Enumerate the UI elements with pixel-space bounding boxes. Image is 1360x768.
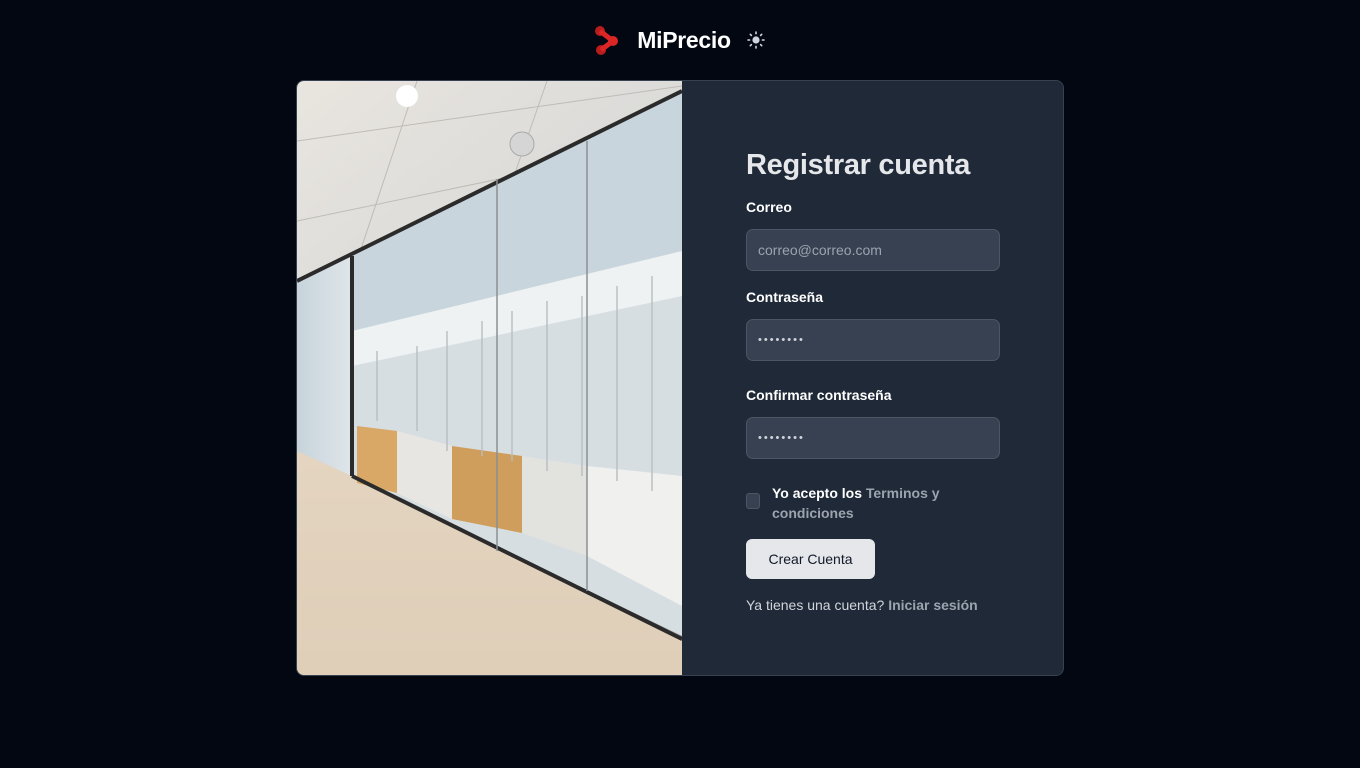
email-field[interactable]: correo@correo.com	[746, 229, 1000, 271]
register-form: Registrar cuenta Correo correo@correo.co…	[746, 147, 1000, 613]
sun-icon	[746, 31, 765, 49]
password-value: ••••••••	[758, 334, 805, 346]
login-prompt: Ya tienes una cuenta?	[746, 597, 885, 613]
login-prompt-line: Ya tienes una cuenta? Iniciar sesión	[746, 597, 1000, 613]
office-hallway-photo	[297, 81, 682, 675]
register-card: Registrar cuenta Correo correo@correo.co…	[296, 80, 1064, 676]
top-bar: MiPrecio	[0, 20, 1360, 60]
confirm-password-label: Confirmar contraseña	[746, 387, 892, 403]
confirm-password-value: ••••••••	[758, 432, 805, 444]
email-placeholder: correo@correo.com	[758, 242, 882, 258]
terms-row: Yo acepto los Terminos y condiciones	[746, 483, 1000, 523]
terms-checkbox[interactable]	[746, 493, 760, 509]
password-field[interactable]: ••••••••	[746, 319, 1000, 361]
create-account-button[interactable]: Crear Cuenta	[746, 539, 875, 579]
brand[interactable]: MiPrecio	[593, 25, 731, 55]
form-panel: Registrar cuenta Correo correo@correo.co…	[682, 81, 1063, 675]
form-title: Registrar cuenta	[746, 149, 971, 181]
confirm-password-field[interactable]: ••••••••	[746, 417, 1000, 459]
share-nodes-icon	[595, 26, 619, 55]
login-link[interactable]: Iniciar sesión	[888, 597, 977, 613]
terms-text: Yo acepto los Terminos y condiciones	[772, 483, 972, 523]
password-label: Contraseña	[746, 289, 824, 305]
brand-name: MiPrecio	[637, 26, 731, 53]
email-label: Correo	[746, 199, 792, 215]
theme-toggle-button[interactable]	[745, 29, 767, 51]
terms-prefix: Yo acepto los	[772, 485, 862, 501]
